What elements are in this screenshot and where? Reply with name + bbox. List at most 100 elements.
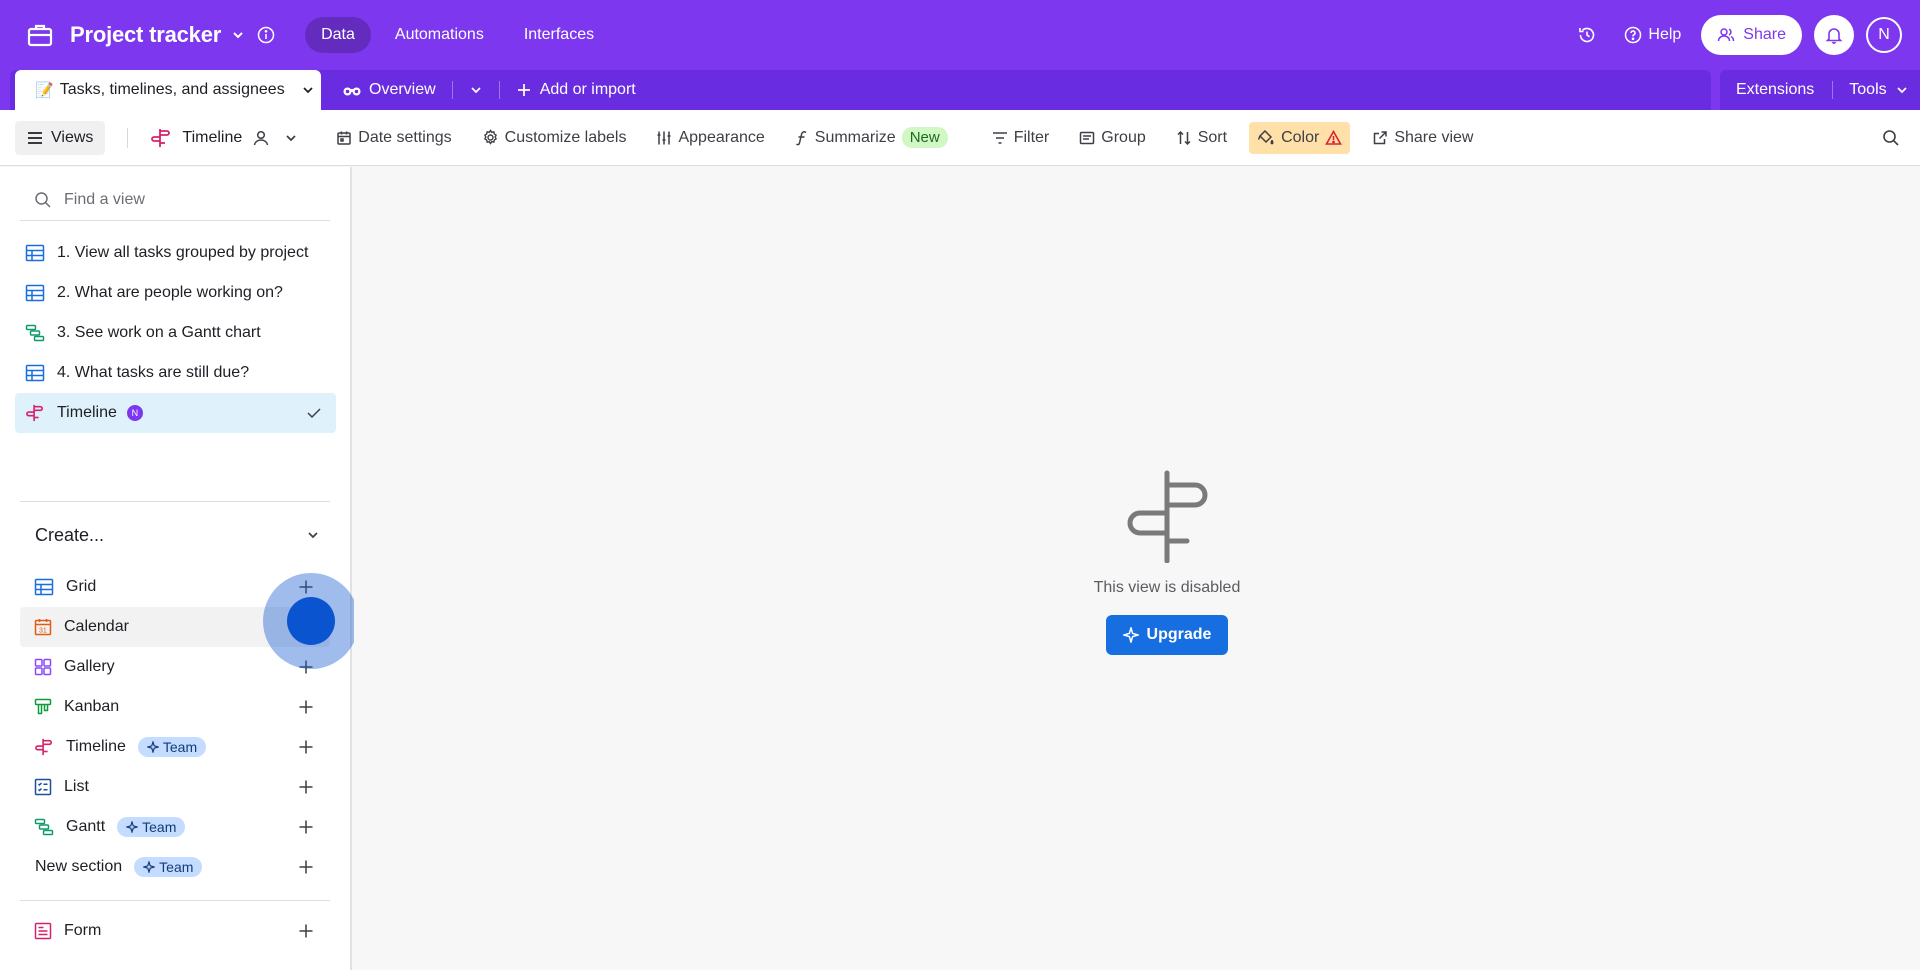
paint-bucket-icon	[1257, 129, 1275, 146]
base-title[interactable]: Project tracker	[70, 22, 221, 48]
help-label: Help	[1648, 26, 1682, 43]
plus-icon[interactable]	[298, 739, 314, 755]
disabled-message: This view is disabled	[1093, 579, 1241, 596]
plus-icon[interactable]	[298, 779, 314, 795]
sparkle-icon	[1122, 627, 1139, 643]
create-section-header[interactable]: Create...	[35, 515, 320, 555]
table-tab-overview[interactable]: Overview	[327, 70, 452, 110]
avatar[interactable]: N	[1866, 17, 1902, 53]
customize-labels-button[interactable]: Customize labels	[474, 122, 635, 154]
view-item-label: 4. What tasks are still due?	[57, 364, 250, 381]
create-list[interactable]: List	[20, 767, 330, 807]
create-item-label: Timeline	[66, 738, 126, 755]
create-form-list: Form	[20, 911, 330, 951]
plus-icon[interactable]	[298, 859, 314, 875]
binoculars-icon	[343, 83, 361, 97]
view-item[interactable]: 2. What are people working on?	[15, 273, 336, 313]
sliders-icon	[656, 130, 672, 146]
current-view-name: Timeline	[182, 128, 243, 146]
sparkle-icon	[143, 861, 156, 873]
nav-tab-data[interactable]: Data	[305, 17, 371, 53]
create-label: Create...	[35, 524, 105, 545]
notifications-button[interactable]	[1814, 15, 1854, 55]
add-or-import-button[interactable]: Add or import	[500, 70, 652, 110]
team-badge-label: Team	[142, 819, 177, 835]
history-icon[interactable]	[1570, 18, 1604, 52]
click-indicator-dot	[287, 597, 335, 645]
current-view-button[interactable]: Timeline	[150, 128, 298, 148]
color-button[interactable]: Color	[1249, 121, 1351, 154]
tools-label: Tools	[1849, 81, 1887, 98]
extensions-button[interactable]: Extensions	[1720, 81, 1832, 99]
chevron-down-icon	[306, 528, 320, 542]
owner-avatar: N	[126, 405, 143, 421]
help-button[interactable]: Help	[1616, 18, 1689, 52]
find-view-input[interactable]	[64, 190, 314, 209]
create-timeline[interactable]: Timeline Team	[20, 727, 330, 767]
table-tab-label: Tasks, timelines, and assignees	[59, 81, 285, 98]
chevron-down-icon	[1895, 83, 1909, 97]
info-icon[interactable]	[257, 26, 275, 44]
warning-icon	[1325, 129, 1343, 146]
create-form[interactable]: Form	[20, 911, 330, 951]
summarize-label: Summarize	[814, 128, 896, 146]
create-item-label: Gallery	[64, 658, 115, 675]
nav-tabs: Data Automations Interfaces	[305, 17, 610, 53]
table-tab-tasks[interactable]: 📝 Tasks, timelines, and assignees	[15, 70, 321, 110]
plus-icon[interactable]	[298, 923, 314, 939]
plus-icon[interactable]	[298, 819, 314, 835]
share-button[interactable]: Share	[1701, 15, 1802, 55]
filter-button[interactable]: Filter	[984, 122, 1058, 154]
chevron-down-icon[interactable]	[231, 28, 245, 42]
tools-button[interactable]: Tools	[1833, 81, 1908, 99]
sort-button[interactable]: Sort	[1168, 122, 1235, 154]
group-icon	[1079, 130, 1095, 146]
briefcase-icon[interactable]	[26, 21, 54, 49]
kanban-icon	[34, 698, 52, 716]
appearance-label: Appearance	[678, 128, 765, 146]
date-settings-label: Date settings	[358, 128, 452, 146]
create-kanban[interactable]: Kanban	[20, 687, 330, 727]
create-new-section[interactable]: New section Team	[20, 847, 330, 887]
views-toggle-button[interactable]: Views	[15, 120, 106, 155]
appearance-button[interactable]: Appearance	[648, 122, 772, 154]
create-item-label: Calendar	[64, 618, 129, 635]
customize-labels-label: Customize labels	[504, 128, 627, 146]
sparkle-icon	[126, 821, 139, 833]
view-item[interactable]: 3. See work on a Gantt chart	[15, 313, 336, 353]
view-item[interactable]: 1. View all tasks grouped by project	[15, 233, 336, 273]
nav-tab-interfaces[interactable]: Interfaces	[508, 17, 610, 53]
views-label: Views	[51, 128, 94, 146]
form-icon	[34, 922, 52, 940]
divider	[20, 501, 330, 502]
grid-icon	[25, 284, 45, 302]
find-view-search	[20, 179, 330, 221]
group-button[interactable]: Group	[1071, 122, 1153, 154]
search-icon[interactable]	[1882, 129, 1900, 147]
function-icon	[795, 130, 809, 146]
team-badge: Team	[134, 857, 203, 877]
nav-tab-automations[interactable]: Automations	[379, 17, 500, 53]
share-label: Share	[1743, 26, 1786, 43]
timeline-icon	[25, 404, 45, 422]
all-tables-dropdown[interactable]	[453, 70, 499, 110]
svg-text:31: 31	[39, 628, 47, 635]
summarize-button[interactable]: Summarize New	[787, 122, 956, 154]
create-item-label: Grid	[66, 578, 97, 595]
table-bar-right: Extensions Tools	[1720, 70, 1920, 110]
check-icon	[306, 406, 322, 420]
create-gantt[interactable]: Gantt Team	[20, 807, 330, 847]
share-view-label: Share view	[1394, 128, 1474, 146]
upgrade-button[interactable]: Upgrade	[1106, 615, 1228, 655]
view-item[interactable]: 4. What tasks are still due?	[15, 353, 336, 393]
chevron-down-icon[interactable]	[301, 83, 315, 97]
team-badge-label: Team	[162, 739, 198, 755]
chevron-down-icon	[284, 131, 298, 145]
table-tabs: 📝 Tasks, timelines, and assignees Overvi…	[10, 70, 1711, 110]
plus-icon[interactable]	[298, 699, 314, 715]
view-item-timeline-selected[interactable]: Timeline N	[15, 393, 336, 433]
divider	[127, 127, 129, 148]
date-settings-button[interactable]: Date settings	[328, 122, 459, 154]
share-view-button[interactable]: Share view	[1364, 122, 1481, 154]
table-tab-label: Overview	[369, 81, 436, 98]
